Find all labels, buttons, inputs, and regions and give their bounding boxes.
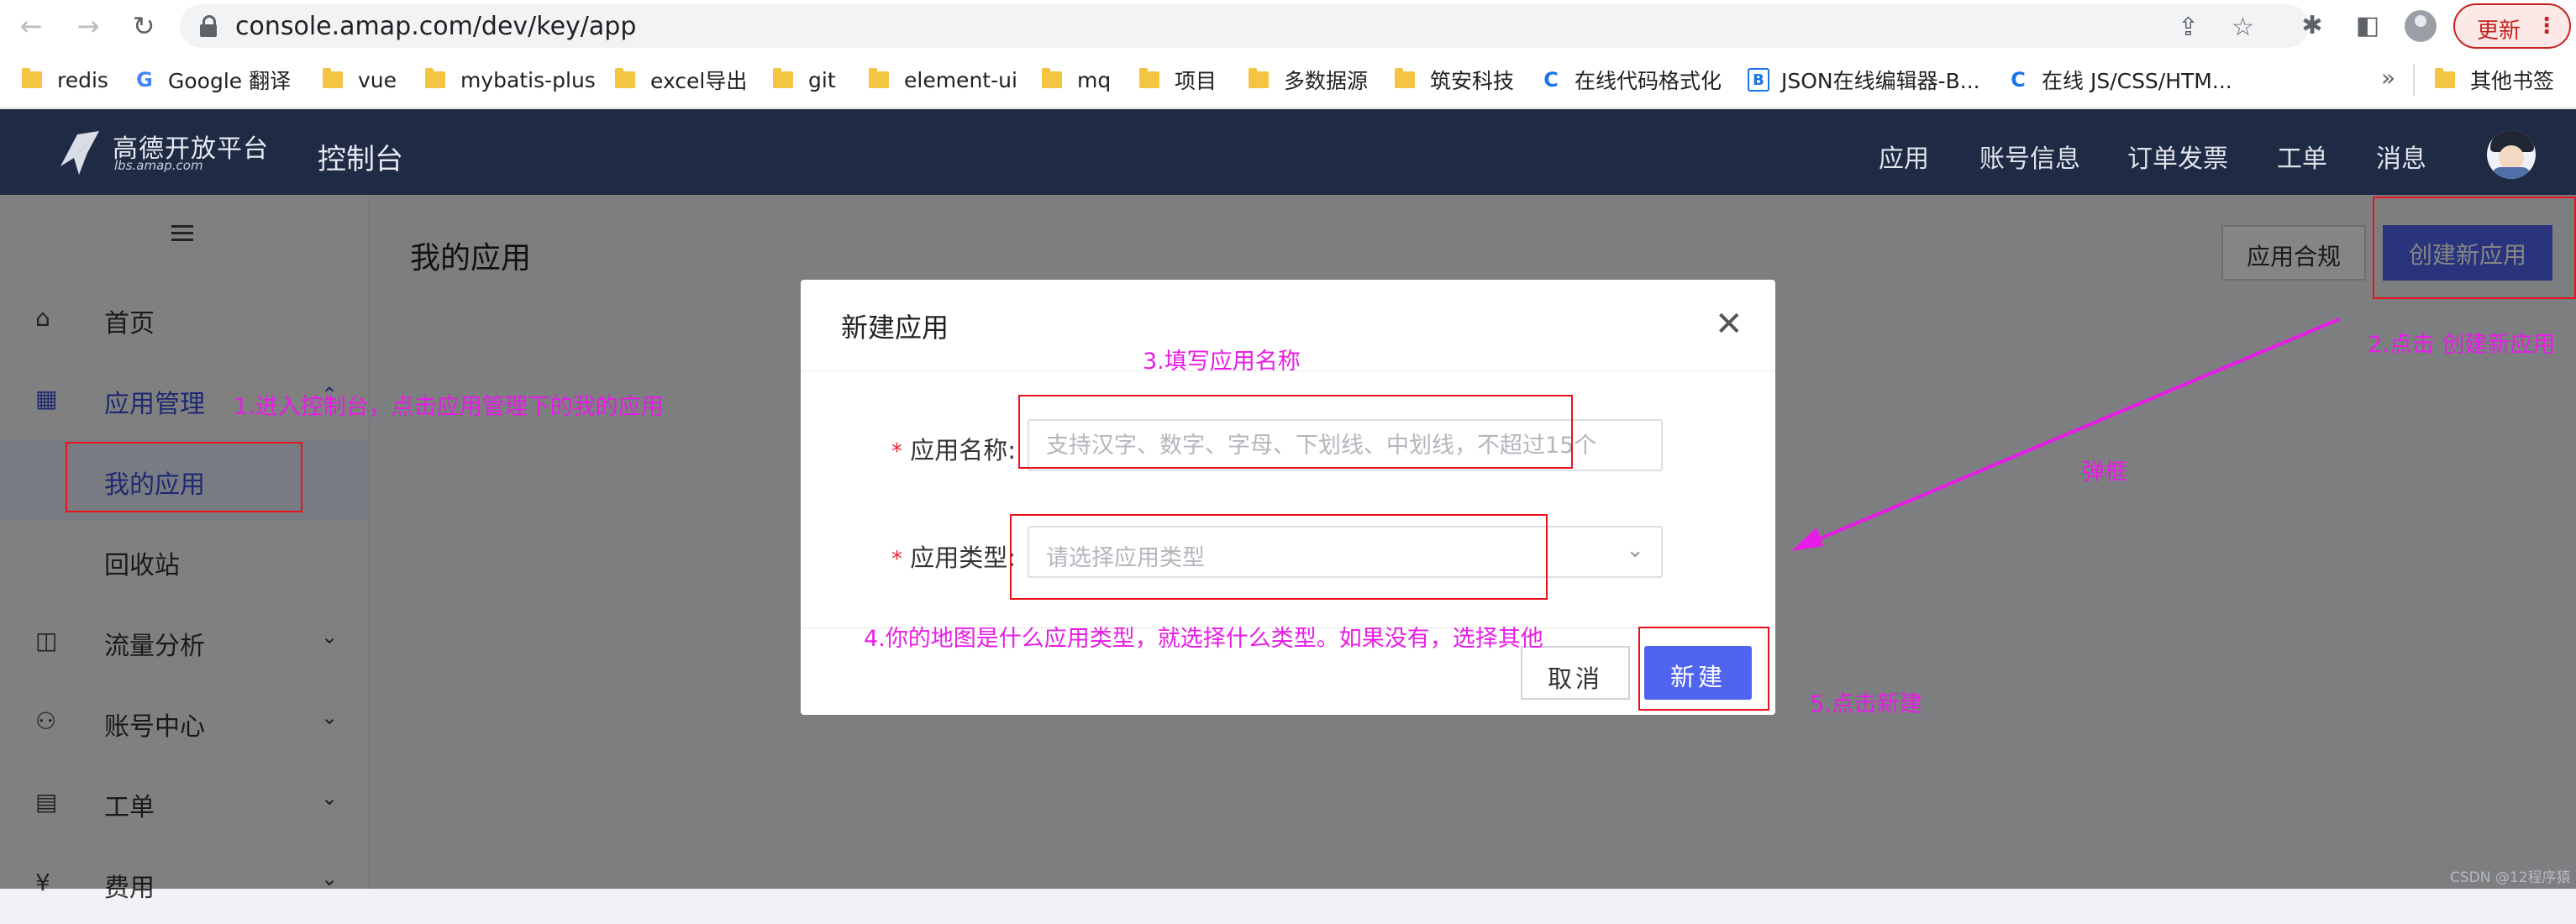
watermark: CSDN @12程序猿 bbox=[2450, 869, 2571, 886]
annotation-arrow bbox=[1791, 318, 2340, 551]
